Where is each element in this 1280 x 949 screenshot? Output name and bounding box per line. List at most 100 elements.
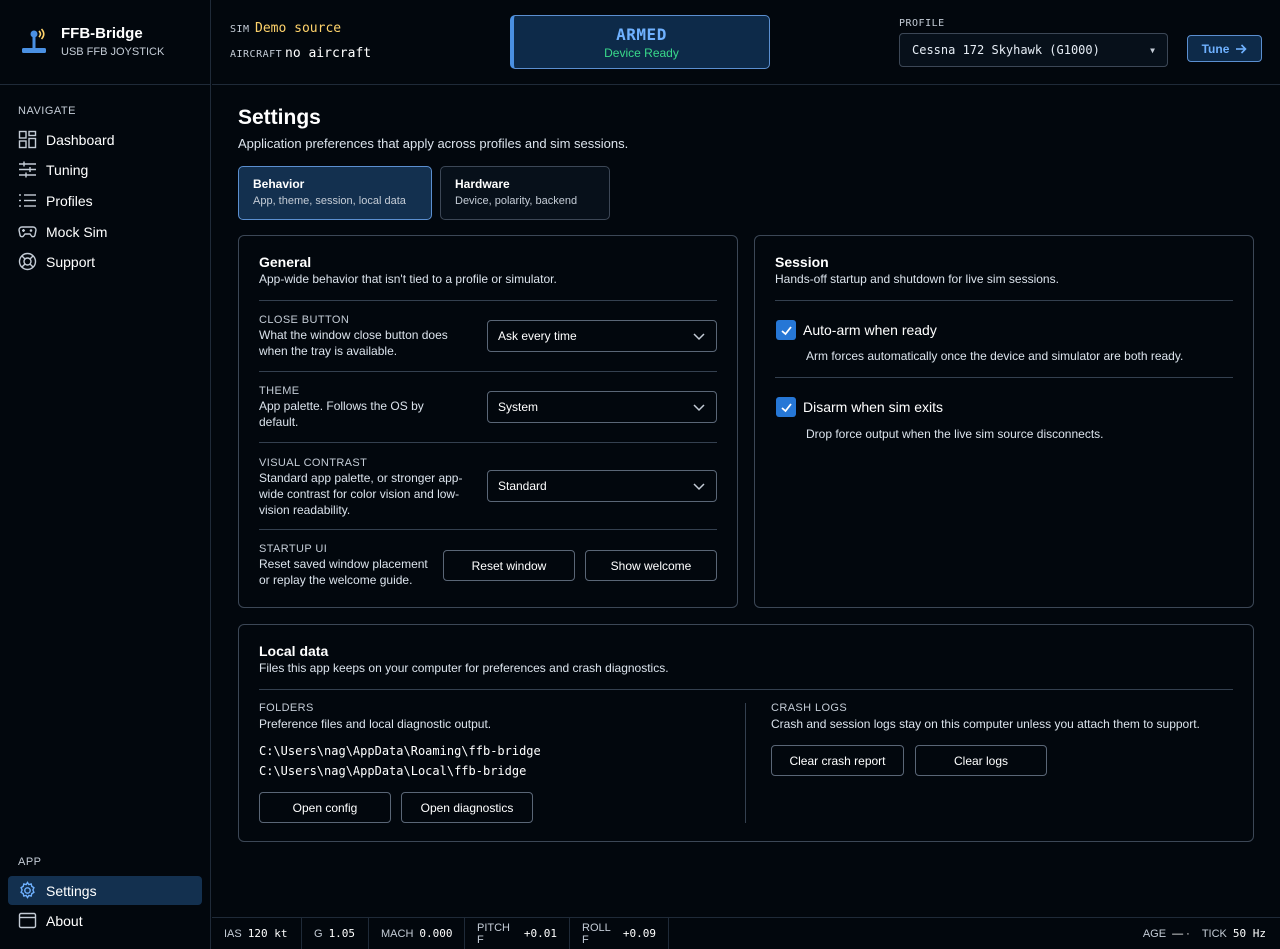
theme-desc: App palette. Follows the OS by default.: [259, 399, 424, 429]
mach-key: MACH: [381, 927, 414, 940]
theme-value: System: [498, 400, 539, 414]
arrow-right-icon: [1236, 43, 1248, 54]
window-icon: [18, 911, 37, 930]
vertical-divider: [745, 703, 746, 823]
ias-value: 120 kt: [247, 927, 288, 940]
disarm-checkbox[interactable]: [776, 397, 796, 417]
profile-label: PROFILE: [899, 18, 945, 29]
contrast-value: Standard: [498, 479, 547, 493]
age-value: — ·: [1172, 927, 1190, 940]
nav-heading: NAVIGATE: [18, 105, 76, 117]
page-subtitle: Application preferences that apply acros…: [238, 136, 629, 151]
armed-status: Device Ready: [604, 46, 679, 60]
status-pitch: PITCH F +0.01: [465, 918, 570, 949]
sidebar-item-label: About: [46, 912, 83, 929]
brand: FFB-Bridge USB FFB JOYSTICK: [0, 0, 211, 85]
tab-sub: Device, polarity, backend: [455, 195, 578, 207]
status-age-tick: AGE — · TICK 50 Hz: [1143, 918, 1266, 949]
gear-icon: [18, 881, 37, 900]
general-desc: App-wide behavior that isn't tied to a p…: [259, 272, 557, 286]
page-title: Settings: [238, 106, 321, 129]
reset-window-button[interactable]: Reset window: [443, 550, 575, 581]
disarm-desc: Drop force output when the live sim sour…: [806, 427, 1104, 441]
list-icon: [18, 191, 37, 210]
checkmark-icon: [780, 402, 792, 412]
checkmark-icon: [780, 325, 792, 335]
contrast-select[interactable]: Standard: [487, 470, 717, 502]
divider: [259, 442, 717, 443]
sidebar-item-mock-sim[interactable]: Mock Sim: [8, 217, 202, 246]
open-config-button[interactable]: Open config: [259, 792, 391, 823]
divider: [259, 300, 717, 301]
caret-down-icon: ▼: [1150, 45, 1155, 55]
mach-value: 0.000: [419, 927, 453, 940]
app-heading: APP: [18, 856, 42, 868]
sidebar: FFB-Bridge USB FFB JOYSTICK NAVIGATE Das…: [0, 0, 211, 949]
disarm-label: Disarm when sim exits: [803, 399, 944, 415]
contrast-desc: Standard app palette, or stronger app-wi…: [259, 471, 463, 517]
local-path: C:\Users\nag\AppData\Local\ffb-bridge: [259, 764, 527, 778]
auto-arm-checkbox[interactable]: [776, 320, 796, 340]
tab-hardware[interactable]: Hardware Device, polarity, backend: [440, 166, 610, 220]
sidebar-item-profiles[interactable]: Profiles: [8, 186, 202, 215]
sidebar-item-label: Settings: [46, 882, 97, 899]
sidebar-item-label: Dashboard: [46, 131, 115, 148]
profile-select[interactable]: Cessna 172 Skyhawk (G1000) ▼: [899, 33, 1168, 67]
divider: [259, 371, 717, 372]
show-welcome-button[interactable]: Show welcome: [585, 550, 717, 581]
joystick-icon: [22, 28, 46, 53]
close-button-select[interactable]: Ask every time: [487, 320, 717, 352]
tab-label: Hardware: [455, 177, 510, 191]
status-roll: ROLL F +0.09: [570, 918, 669, 949]
pitch-value: +0.01: [523, 927, 557, 940]
tab-behavior[interactable]: Behavior App, theme, session, local data: [238, 166, 432, 220]
sidebar-item-about[interactable]: About: [8, 906, 202, 935]
status-mach: MACH 0.000: [369, 918, 465, 949]
folders-desc: Preference files and local diagnostic ou…: [259, 717, 492, 731]
open-diagnostics-button[interactable]: Open diagnostics: [401, 792, 533, 823]
pitch-key: PITCH F: [477, 921, 510, 946]
divider: [775, 377, 1233, 378]
theme-key: THEME: [259, 385, 300, 397]
ias-key: IAS: [224, 927, 242, 940]
sim-label: SIM: [230, 24, 250, 35]
brand-name: FFB-Bridge: [61, 25, 143, 42]
session-title: Session: [775, 254, 829, 270]
status-g: G 1.05: [302, 918, 369, 949]
clear-crash-report-button[interactable]: Clear crash report: [771, 745, 904, 776]
theme-select[interactable]: System: [487, 391, 717, 423]
session-card: Session Hands-off startup and shutdown f…: [754, 235, 1254, 608]
main-content: Settings Application preferences that ap…: [212, 86, 1280, 917]
lifebuoy-icon: [18, 252, 37, 271]
startup-key: STARTUP UI: [259, 543, 328, 555]
session-desc: Hands-off startup and shutdown for live …: [775, 272, 1059, 286]
sidebar-item-dashboard[interactable]: Dashboard: [8, 125, 202, 154]
roll-key: ROLL F: [582, 921, 611, 946]
brand-subtitle: USB FFB JOYSTICK: [61, 46, 165, 58]
crash-logs-key: CRASH LOGS: [771, 702, 848, 714]
startup-desc: Reset saved window placement or replay t…: [259, 557, 428, 587]
top-bar: SIM Demo source AIRCRAFT no aircraft ARM…: [212, 0, 1280, 85]
sim-value: Demo source: [255, 21, 342, 36]
g-key: G: [314, 927, 323, 940]
sidebar-item-tuning[interactable]: Tuning: [8, 155, 202, 184]
close-button-value: Ask every time: [498, 329, 577, 343]
dashboard-icon: [18, 130, 37, 149]
divider: [775, 300, 1233, 301]
tune-button[interactable]: Tune: [1187, 35, 1262, 62]
armed-status-panel[interactable]: ARMED Device Ready: [510, 15, 770, 69]
tune-label: Tune: [1201, 41, 1230, 56]
tab-sub: App, theme, session, local data: [253, 195, 406, 207]
sidebar-item-support[interactable]: Support: [8, 247, 202, 276]
sidebar-item-settings[interactable]: Settings: [8, 876, 202, 905]
tick-value: 50 Hz: [1232, 927, 1266, 940]
gamepad-icon: [18, 222, 37, 241]
auto-arm-desc: Arm forces automatically once the device…: [806, 349, 1184, 363]
contrast-key: VISUAL CONTRAST: [259, 457, 368, 469]
status-ias: IAS 120 kt: [212, 918, 302, 949]
close-button-key: CLOSE BUTTON: [259, 314, 350, 326]
tick-key: TICK: [1201, 927, 1227, 940]
close-button-desc: What the window close button does when t…: [259, 328, 448, 358]
status-bar: IAS 120 kt G 1.05 MACH 0.000 PITCH F +0.…: [212, 917, 1280, 949]
clear-logs-button[interactable]: Clear logs: [915, 745, 1047, 776]
